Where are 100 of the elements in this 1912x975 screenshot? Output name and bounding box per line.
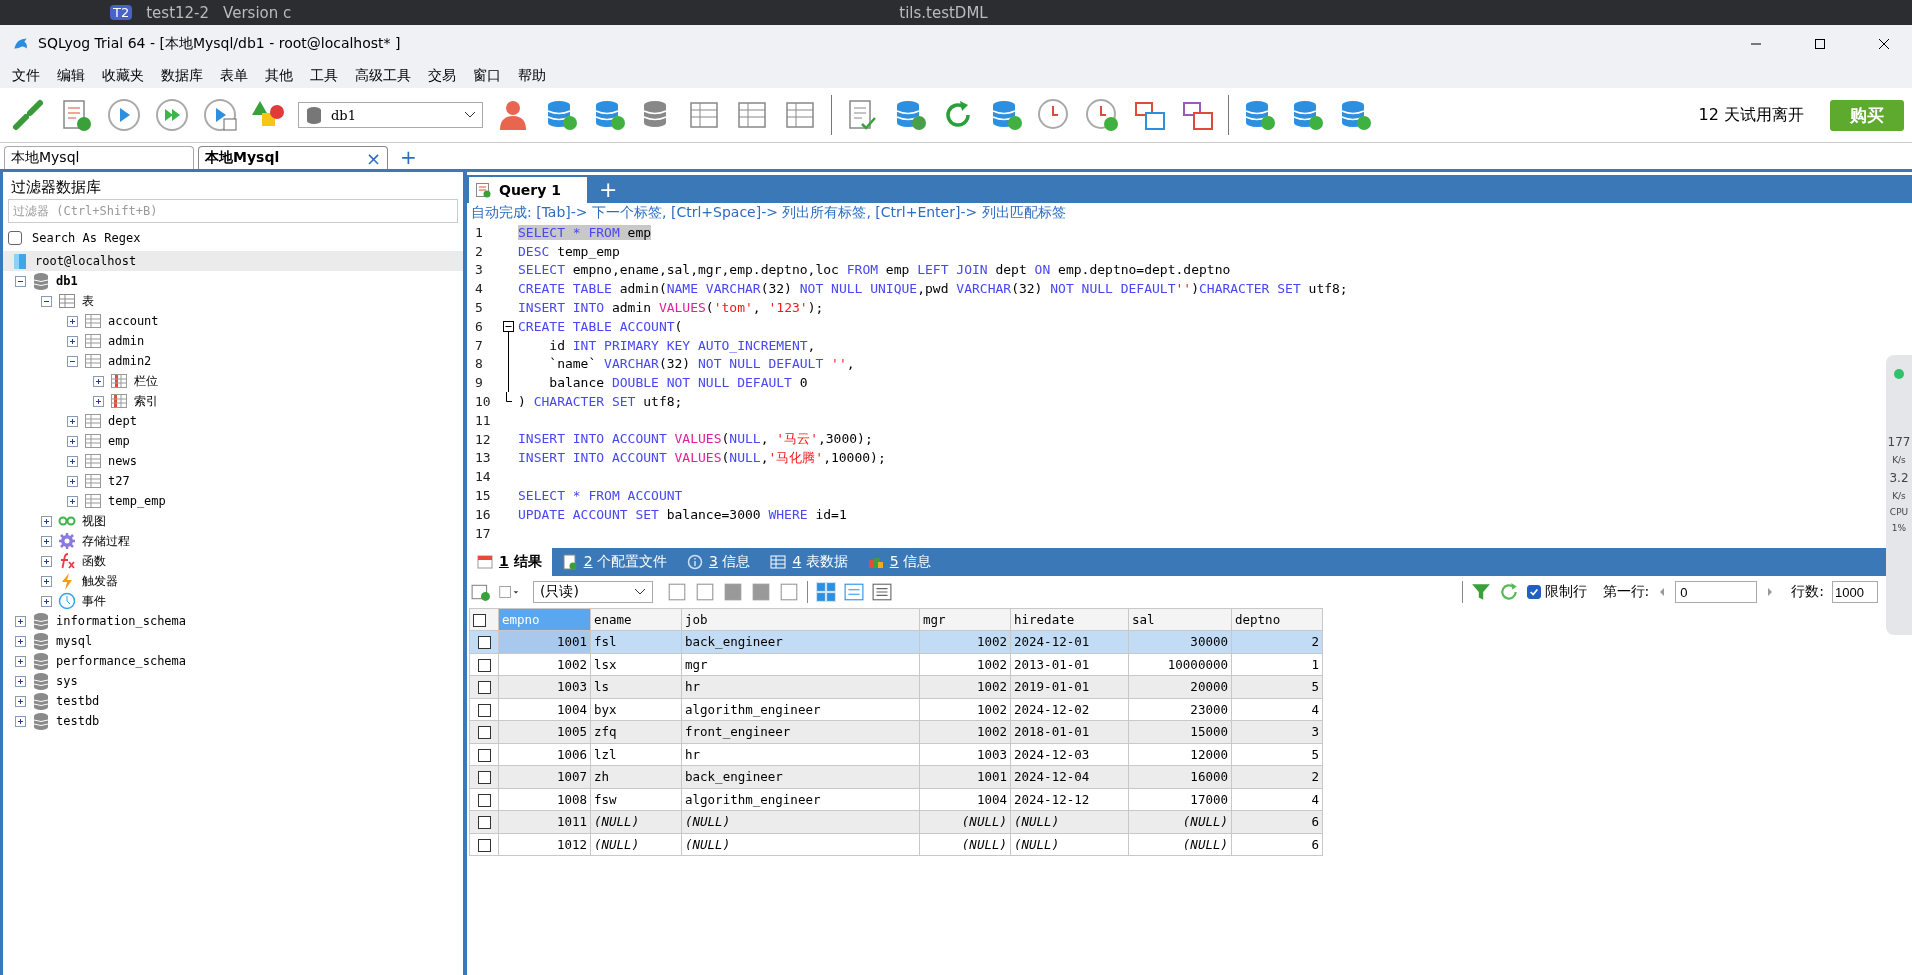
- database-dropdown[interactable]: db1: [298, 102, 483, 128]
- text-view-icon[interactable]: [872, 582, 892, 602]
- add-row-icon[interactable]: [471, 582, 491, 602]
- expand-toggle[interactable]: [93, 395, 104, 407]
- tree-item[interactable]: testdb: [56, 714, 100, 728]
- column-header[interactable]: hiredate: [1010, 608, 1129, 631]
- row-checkbox[interactable]: [477, 681, 491, 695]
- expand-toggle[interactable]: [67, 435, 78, 447]
- row-checkbox[interactable]: [477, 726, 491, 740]
- row-checkbox[interactable]: [477, 771, 491, 785]
- play-icon[interactable]: [106, 97, 142, 133]
- expand-toggle[interactable]: [41, 575, 52, 587]
- menu-item[interactable]: 编辑: [57, 66, 85, 85]
- expand-toggle[interactable]: [15, 655, 26, 667]
- grid-view-icon[interactable]: [816, 582, 836, 602]
- tree-item[interactable]: db1: [56, 274, 78, 288]
- branch-name[interactable]: Version c: [223, 3, 292, 22]
- checkbox[interactable]: [1526, 585, 1541, 599]
- tree-item[interactable]: sys: [56, 674, 78, 688]
- play-table-icon[interactable]: [202, 97, 238, 133]
- row-checkbox[interactable]: [477, 703, 491, 717]
- tree-item[interactable]: news: [108, 454, 137, 468]
- expand-toggle[interactable]: [15, 715, 26, 727]
- tree-item[interactable]: 事件: [82, 592, 106, 610]
- checkbox[interactable]: [8, 231, 22, 245]
- tree-item[interactable]: 存储过程: [82, 532, 130, 550]
- result-tab[interactable]: 2 个配置文件: [551, 548, 677, 576]
- tree-item[interactable]: 视图: [82, 512, 106, 530]
- fast-forward-icon[interactable]: [154, 97, 190, 133]
- expand-toggle[interactable]: [67, 315, 78, 327]
- column-header[interactable]: mgr: [919, 608, 1011, 631]
- menu-item[interactable]: 帮助: [518, 66, 546, 85]
- menu-item[interactable]: 窗口: [473, 66, 501, 85]
- expand-toggle[interactable]: [67, 335, 78, 347]
- connection-tab[interactable]: 本地Mysql ×: [198, 146, 388, 169]
- menu-item[interactable]: 其他: [265, 66, 293, 85]
- tree-item[interactable]: admin2: [108, 354, 152, 368]
- tree-item[interactable]: testbd: [56, 694, 100, 708]
- row-checkbox[interactable]: [477, 816, 491, 830]
- row-checkbox[interactable]: [477, 636, 491, 650]
- expand-toggle[interactable]: [67, 415, 78, 427]
- select-all-checkbox[interactable]: [473, 614, 486, 627]
- tree-item[interactable]: dept: [108, 414, 137, 428]
- expand-toggle[interactable]: [67, 455, 78, 467]
- expand-toggle[interactable]: [15, 615, 26, 627]
- expand-toggle[interactable]: [15, 635, 26, 647]
- expand-toggle[interactable]: [41, 555, 52, 567]
- expand-toggle[interactable]: [15, 675, 26, 687]
- tree-item[interactable]: information_schema: [56, 614, 187, 628]
- mode-dropdown[interactable]: (只读): [533, 581, 653, 603]
- tree-item[interactable]: 索引: [134, 392, 158, 410]
- result-tab[interactable]: 4 表数据: [760, 548, 858, 576]
- menu-item[interactable]: 交易: [428, 66, 456, 85]
- menu-item[interactable]: 文件: [12, 66, 40, 85]
- filter-field[interactable]: 过滤器 (Ctrl+Shift+B): [8, 199, 458, 223]
- tree-item[interactable]: account: [108, 314, 159, 328]
- result-tab[interactable]: 1 结果: [467, 548, 552, 576]
- expand-toggle[interactable]: [67, 475, 78, 487]
- result-tab[interactable]: 3 信息: [677, 548, 761, 576]
- menu-item[interactable]: 工具: [310, 66, 338, 85]
- tree-item[interactable]: t27: [108, 474, 130, 488]
- refresh-icon[interactable]: [1498, 582, 1519, 602]
- tree-item[interactable]: emp: [108, 434, 130, 448]
- menu-item[interactable]: 表单: [220, 66, 248, 85]
- expand-toggle[interactable]: [15, 695, 26, 707]
- close-tab-button[interactable]: ×: [365, 147, 381, 169]
- row-checkbox[interactable]: [477, 748, 491, 762]
- collapse-toggle[interactable]: [15, 275, 26, 287]
- row-count-field[interactable]: 1000: [1832, 581, 1878, 603]
- tree-item[interactable]: temp_emp: [108, 494, 166, 508]
- tree-item[interactable]: 表: [82, 292, 94, 310]
- run-configuration[interactable]: tils.testDML: [899, 3, 988, 22]
- tree-item[interactable]: performance_schema: [56, 654, 187, 668]
- collapse-toggle[interactable]: [41, 295, 52, 307]
- filter-icon[interactable]: [1470, 582, 1491, 602]
- new-tab-button[interactable]: +: [392, 145, 425, 169]
- project-name[interactable]: test12-2: [146, 3, 210, 22]
- connect-icon[interactable]: [10, 97, 46, 133]
- menu-item[interactable]: 收藏夹: [102, 66, 144, 85]
- expand-toggle[interactable]: [67, 495, 78, 507]
- project-badge[interactable]: T2: [110, 5, 133, 20]
- expand-toggle[interactable]: [93, 375, 104, 387]
- menu-item[interactable]: 高级工具: [355, 66, 411, 85]
- column-header[interactable]: ename: [590, 608, 682, 631]
- column-header[interactable]: sal: [1128, 608, 1232, 631]
- form-view-icon[interactable]: [844, 582, 864, 602]
- tree-item[interactable]: admin: [108, 334, 145, 348]
- menu-item[interactable]: 数据库: [161, 66, 203, 85]
- expand-toggle[interactable]: [41, 515, 52, 527]
- column-header[interactable]: deptno: [1231, 608, 1323, 631]
- row-checkbox[interactable]: [477, 658, 491, 672]
- query-tab[interactable]: Query 1: [469, 177, 587, 203]
- collapse-toggle[interactable]: [67, 355, 78, 367]
- tree-item[interactable]: root@localhost: [35, 254, 137, 268]
- expand-toggle[interactable]: [41, 535, 52, 547]
- tree-item[interactable]: 栏位: [134, 372, 158, 390]
- tree-item[interactable]: mysql: [56, 634, 93, 648]
- new-query-button[interactable]: +: [587, 176, 630, 202]
- tree-item[interactable]: 函数: [82, 552, 106, 570]
- column-header[interactable]: job: [681, 608, 920, 631]
